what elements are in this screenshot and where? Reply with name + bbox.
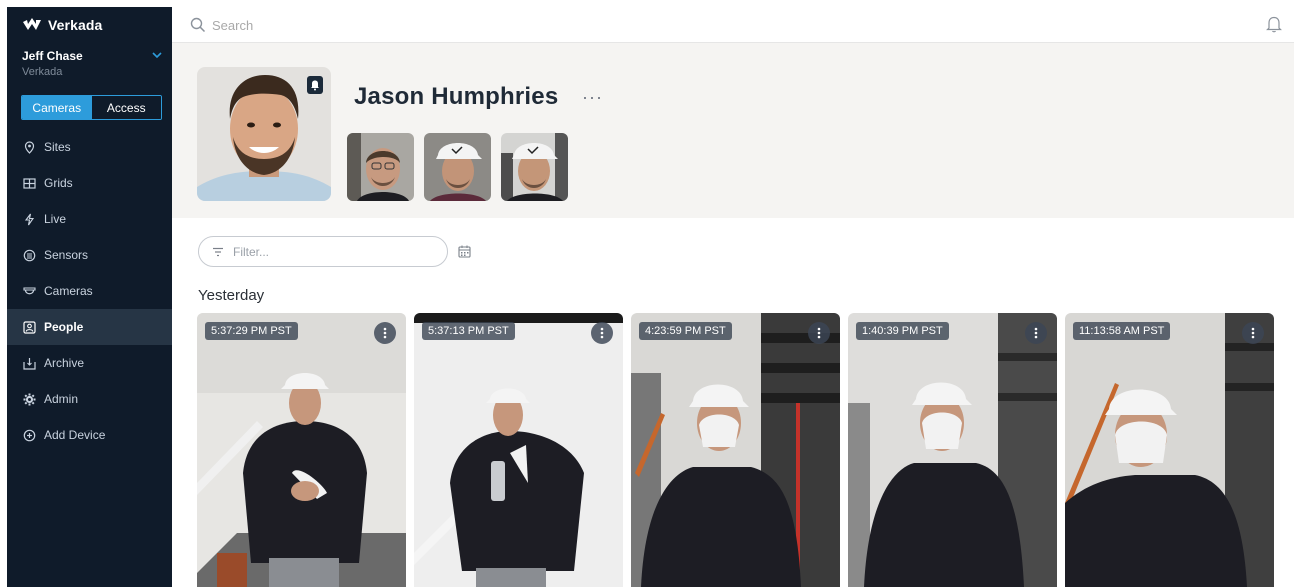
plus-circle-icon — [23, 429, 36, 441]
sidebar: Verkada Jeff Chase Verkada Cameras Acces… — [7, 7, 172, 587]
snapshot-image — [631, 313, 840, 587]
sidebar-item-label: Admin — [44, 392, 79, 406]
snapshot-timestamp: 1:40:39 PM PST — [856, 322, 949, 340]
bell-icon[interactable] — [1266, 15, 1282, 33]
chevron-down-icon — [152, 52, 162, 59]
snapshot-timestamp: 5:37:29 PM PST — [205, 322, 298, 340]
face-thumbnail[interactable] — [424, 133, 491, 201]
kebab-menu-icon[interactable] — [808, 322, 830, 344]
person-avatar[interactable] — [197, 67, 331, 201]
sidebar-item-live[interactable]: Live — [7, 201, 172, 237]
toggle-cameras[interactable]: Cameras — [22, 96, 92, 119]
snapshot-card[interactable]: 11:13:58 AM PST — [1065, 313, 1274, 587]
notification-bell-badge-icon[interactable] — [307, 76, 323, 94]
user-org: Verkada — [22, 66, 63, 78]
kebab-menu-icon[interactable] — [1025, 322, 1047, 344]
snapshot-timestamp: 4:23:59 PM PST — [639, 322, 732, 340]
person-icon — [23, 320, 36, 334]
user-name: Jeff Chase — [22, 49, 83, 63]
sidebar-item-archive[interactable]: Archive — [7, 345, 172, 381]
product-toggle: Cameras Access — [21, 95, 162, 120]
sidebar-item-label: Sites — [44, 140, 71, 154]
snapshot-card[interactable]: 5:37:13 PM PST — [414, 313, 623, 587]
sidebar-nav: Sites Grids Live Sensors Cameras People … — [7, 129, 172, 453]
sidebar-item-add-device[interactable]: Add Device — [7, 417, 172, 453]
archive-icon — [23, 357, 36, 370]
face-thumbnail[interactable] — [347, 133, 414, 201]
lightning-icon — [24, 213, 35, 225]
sidebar-item-label: Grids — [44, 176, 73, 190]
toggle-access[interactable]: Access — [91, 96, 161, 119]
brand[interactable]: Verkada — [23, 17, 102, 33]
sidebar-item-sensors[interactable]: Sensors — [7, 237, 172, 273]
person-profile-header: Jason Humphries ··· — [172, 43, 1294, 218]
calendar-icon[interactable] — [458, 245, 471, 258]
gear-icon — [23, 393, 36, 405]
sidebar-item-people[interactable]: People — [7, 309, 172, 345]
filter-field — [198, 236, 448, 267]
brand-name: Verkada — [48, 17, 103, 33]
person-name: Jason Humphries — [354, 83, 559, 110]
sensor-icon — [23, 249, 36, 261]
sidebar-item-label: Sensors — [44, 248, 89, 262]
grid-icon — [23, 177, 36, 189]
user-switcher[interactable]: Jeff Chase Verkada — [22, 49, 162, 78]
snapshot-list: 5:37:29 PM PST 5:37:13 PM PST 4:23:59 PM… — [197, 313, 1274, 587]
sidebar-item-label: Archive — [44, 356, 85, 370]
snapshot-image — [414, 313, 623, 587]
camera-icon — [23, 286, 36, 294]
snapshot-image — [1065, 313, 1274, 587]
face-thumbnail[interactable] — [501, 133, 568, 201]
filter-input[interactable] — [233, 242, 433, 262]
snapshot-card[interactable]: 5:37:29 PM PST — [197, 313, 406, 587]
search-icon — [190, 17, 206, 33]
kebab-menu-icon[interactable] — [591, 322, 613, 344]
snapshot-timestamp: 11:13:58 AM PST — [1073, 322, 1171, 340]
sidebar-item-label: Live — [44, 212, 67, 226]
top-bar — [172, 7, 1294, 43]
more-options-button[interactable]: ··· — [582, 87, 603, 108]
verkada-logo-icon — [23, 18, 41, 30]
filter-icon — [213, 247, 223, 257]
map-pin-icon — [24, 140, 35, 154]
snapshot-card[interactable]: 4:23:59 PM PST — [631, 313, 840, 587]
snapshot-image — [848, 313, 1057, 587]
sidebar-item-grids[interactable]: Grids — [7, 165, 172, 201]
kebab-menu-icon[interactable] — [1242, 322, 1264, 344]
snapshot-image — [197, 313, 406, 587]
sidebar-item-label: People — [44, 320, 84, 334]
snapshot-card[interactable]: 1:40:39 PM PST — [848, 313, 1057, 587]
sidebar-item-sites[interactable]: Sites — [7, 129, 172, 165]
kebab-menu-icon[interactable] — [374, 322, 396, 344]
sidebar-item-cameras[interactable]: Cameras — [7, 273, 172, 309]
sidebar-item-label: Cameras — [44, 284, 93, 298]
search-input[interactable] — [212, 14, 612, 36]
sidebar-item-label: Add Device — [44, 428, 106, 442]
sidebar-item-admin[interactable]: Admin — [7, 381, 172, 417]
section-heading: Yesterday — [198, 287, 265, 304]
snapshot-timestamp: 5:37:13 PM PST — [422, 322, 515, 340]
face-thumbnails — [347, 133, 568, 201]
